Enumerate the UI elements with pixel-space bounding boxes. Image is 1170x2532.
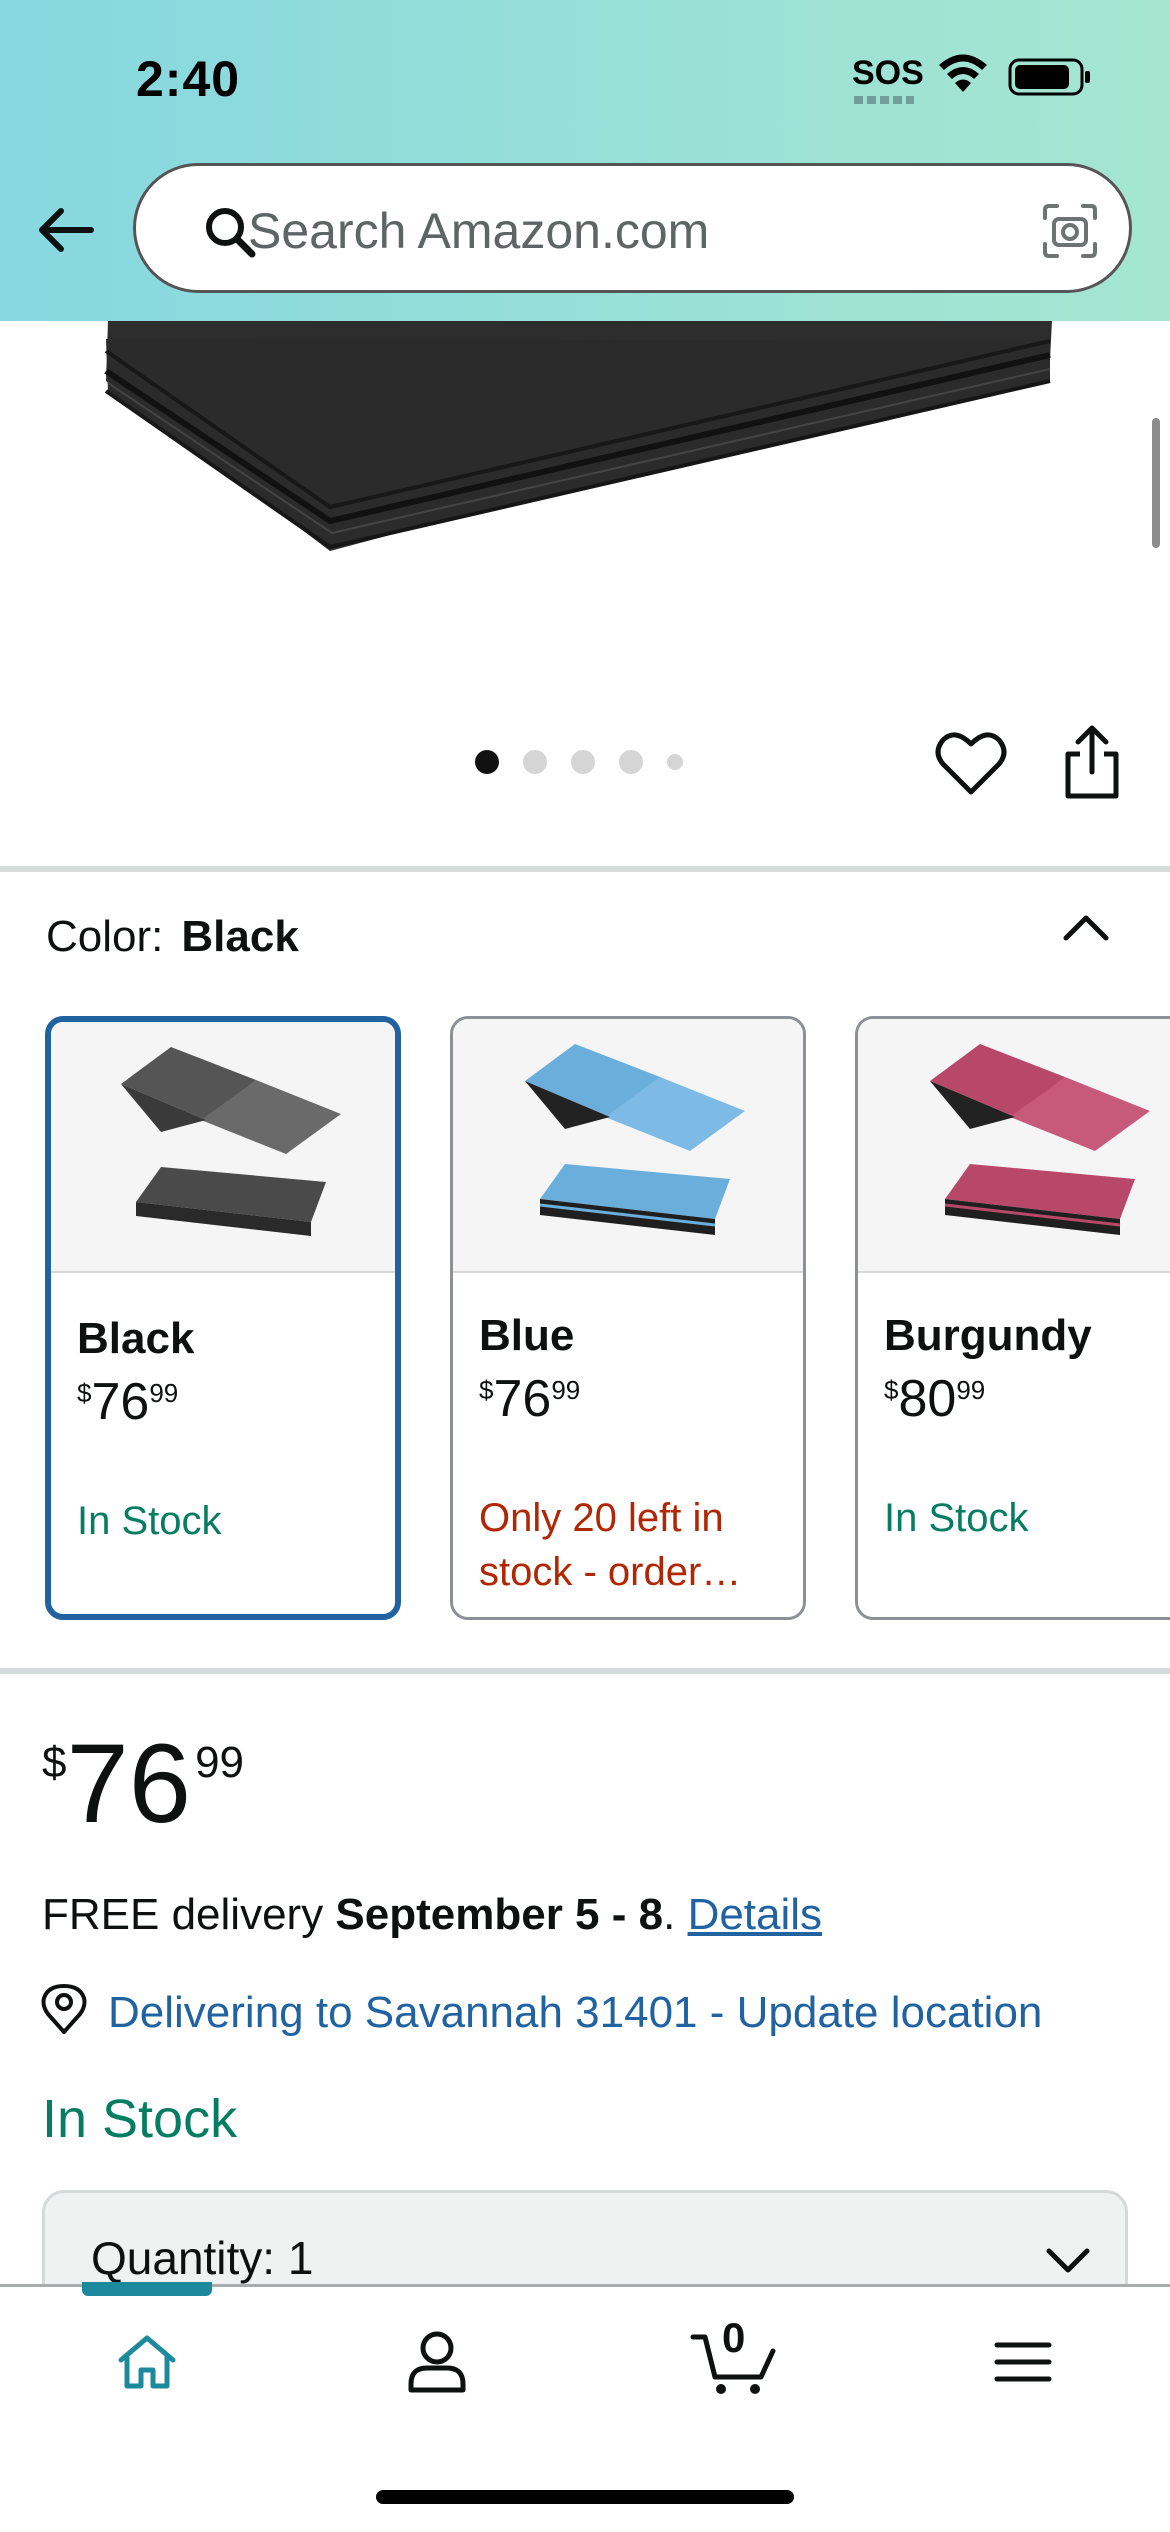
swatch-price: $80 99 xyxy=(884,1371,985,1427)
selected-color-value: Black xyxy=(181,912,299,961)
home-indicator[interactable] xyxy=(376,2490,794,2504)
swatch-name: Burgundy xyxy=(884,1311,1092,1360)
price-fraction: 99 xyxy=(956,1375,986,1405)
image-carousel-dots xyxy=(475,750,683,774)
wishlist-heart-icon[interactable] xyxy=(935,728,1007,798)
price-symbol: $ xyxy=(42,1738,67,1787)
price-whole: 76 xyxy=(493,1370,552,1428)
swatch-name: Black xyxy=(77,1314,195,1363)
price-symbol: $ xyxy=(77,1378,92,1408)
account-icon xyxy=(408,2331,466,2393)
camera-lens-icon[interactable] xyxy=(1041,202,1099,260)
swatch-image-burgundy xyxy=(858,1019,1170,1273)
nav-account[interactable] xyxy=(392,2322,482,2402)
status-time: 2:40 xyxy=(136,51,241,107)
swatch-price: $76 99 xyxy=(77,1374,178,1430)
nav-menu[interactable] xyxy=(978,2322,1068,2402)
battery-icon xyxy=(1008,58,1090,96)
delivery-prefix: FREE delivery xyxy=(42,1890,336,1939)
swatch-image-blue xyxy=(453,1019,803,1273)
header: 2:40 SOS xyxy=(0,0,1170,321)
quantity-value: 1 xyxy=(287,2232,314,2284)
swatch-availability: Only 20 left in stock - order… xyxy=(479,1496,742,1594)
delivery-dates: September 5 - 8 xyxy=(335,1890,664,1939)
color-swatch-black[interactable]: Black $76 99 In Stock xyxy=(45,1016,401,1620)
arrow-left-icon xyxy=(39,208,94,252)
product-price: $76 99 xyxy=(42,1724,244,1844)
carousel-dot-5[interactable] xyxy=(667,754,683,770)
carousel-dot-4[interactable] xyxy=(619,750,643,774)
update-location-link[interactable]: Delivering to Savannah 31401 - Update lo… xyxy=(108,1988,1042,2038)
quantity-label-text: Quantity: xyxy=(91,2232,276,2284)
price-fraction: 99 xyxy=(551,1375,581,1405)
share-icon[interactable] xyxy=(1058,722,1126,802)
section-divider xyxy=(0,866,1170,872)
price-symbol: $ xyxy=(884,1375,899,1405)
chevron-down-icon xyxy=(1046,2248,1090,2273)
color-label: Color: Black xyxy=(46,912,299,962)
delivery-separator: . xyxy=(663,1890,688,1939)
carousel-dot-3[interactable] xyxy=(571,750,595,774)
stock-status: In Stock xyxy=(42,2089,238,2149)
color-label-text: Color: xyxy=(46,912,164,961)
swatch-name: Blue xyxy=(479,1311,575,1360)
sos-indicator: SOS xyxy=(852,54,924,92)
price-whole: 76 xyxy=(91,1373,150,1431)
location-pin-icon xyxy=(41,1984,87,2034)
delivery-info: FREE delivery September 5 - 8. Details xyxy=(42,1890,822,1940)
quantity-label: Quantity: 1 xyxy=(91,2231,313,2285)
price-fraction: 99 xyxy=(195,1738,245,1787)
color-swatch-blue[interactable]: Blue $76 99 Only 20 left in stock - order… xyxy=(450,1016,806,1620)
chevron-up-icon[interactable] xyxy=(1060,906,1112,946)
swatch-availability: In Stock xyxy=(884,1496,1029,1540)
signal-dots xyxy=(854,96,914,104)
back-button[interactable] xyxy=(30,200,100,260)
cart-count-badge: 0 xyxy=(722,2314,746,2361)
swatch-availability: In Stock xyxy=(77,1499,222,1543)
color-swatch-burgundy[interactable]: Burgundy $80 99 In Stock xyxy=(855,1016,1170,1620)
swatch-image-black xyxy=(51,1022,395,1273)
scrollbar-thumb[interactable] xyxy=(1152,418,1160,548)
carousel-dot-2[interactable] xyxy=(523,750,547,774)
carousel-dot-1[interactable] xyxy=(475,750,499,774)
wifi-icon xyxy=(939,54,987,92)
section-divider xyxy=(0,1668,1170,1674)
nav-home[interactable] xyxy=(102,2322,192,2402)
search-box[interactable] xyxy=(133,163,1132,293)
menu-icon xyxy=(994,2342,1052,2382)
swatch-price: $76 99 xyxy=(479,1371,580,1427)
search-input[interactable] xyxy=(248,196,948,266)
delivery-details-link[interactable]: Details xyxy=(688,1890,823,1939)
price-symbol: $ xyxy=(479,1375,494,1405)
active-tab-indicator xyxy=(82,2282,212,2296)
price-whole: 80 xyxy=(898,1370,957,1428)
price-fraction: 99 xyxy=(149,1378,179,1408)
home-icon xyxy=(118,2335,176,2389)
price-whole: 76 xyxy=(66,1721,192,1846)
